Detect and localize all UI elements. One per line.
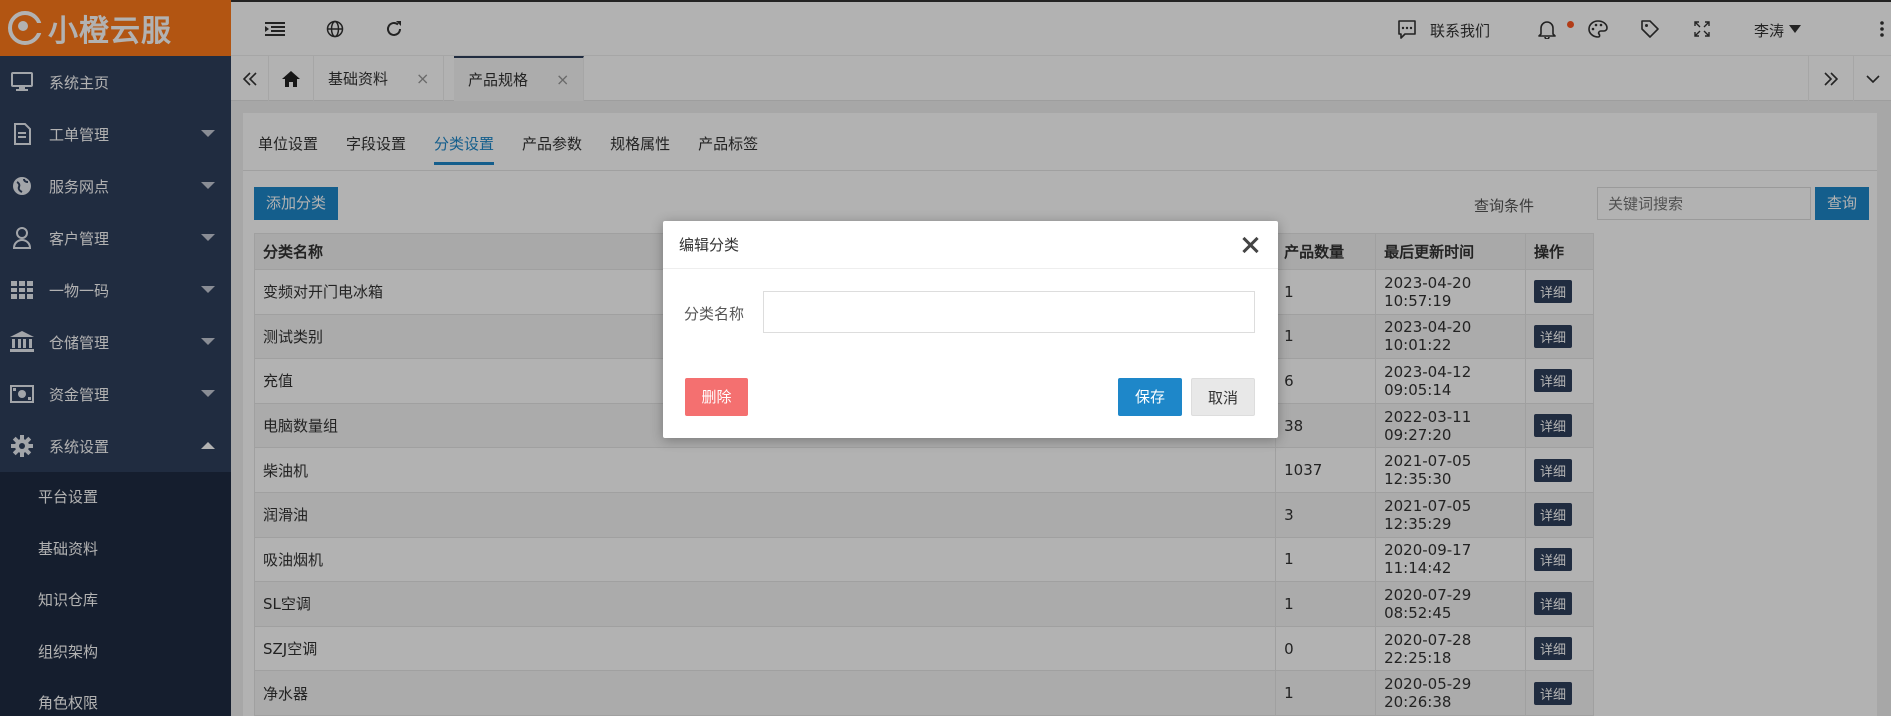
save-button[interactable]: 保存: [1118, 378, 1182, 416]
close-icon[interactable]: [1240, 235, 1260, 255]
category-name-input[interactable]: [763, 291, 1255, 333]
category-name-label: 分类名称: [684, 305, 745, 323]
dialog-title: 编辑分类: [679, 236, 740, 254]
edit-category-dialog: 编辑分类 分类名称 删除 保存 取消: [663, 221, 1278, 438]
cancel-button[interactable]: 取消: [1191, 378, 1255, 416]
delete-button[interactable]: 删除: [685, 378, 748, 416]
dialog-header: 编辑分类: [663, 221, 1278, 269]
